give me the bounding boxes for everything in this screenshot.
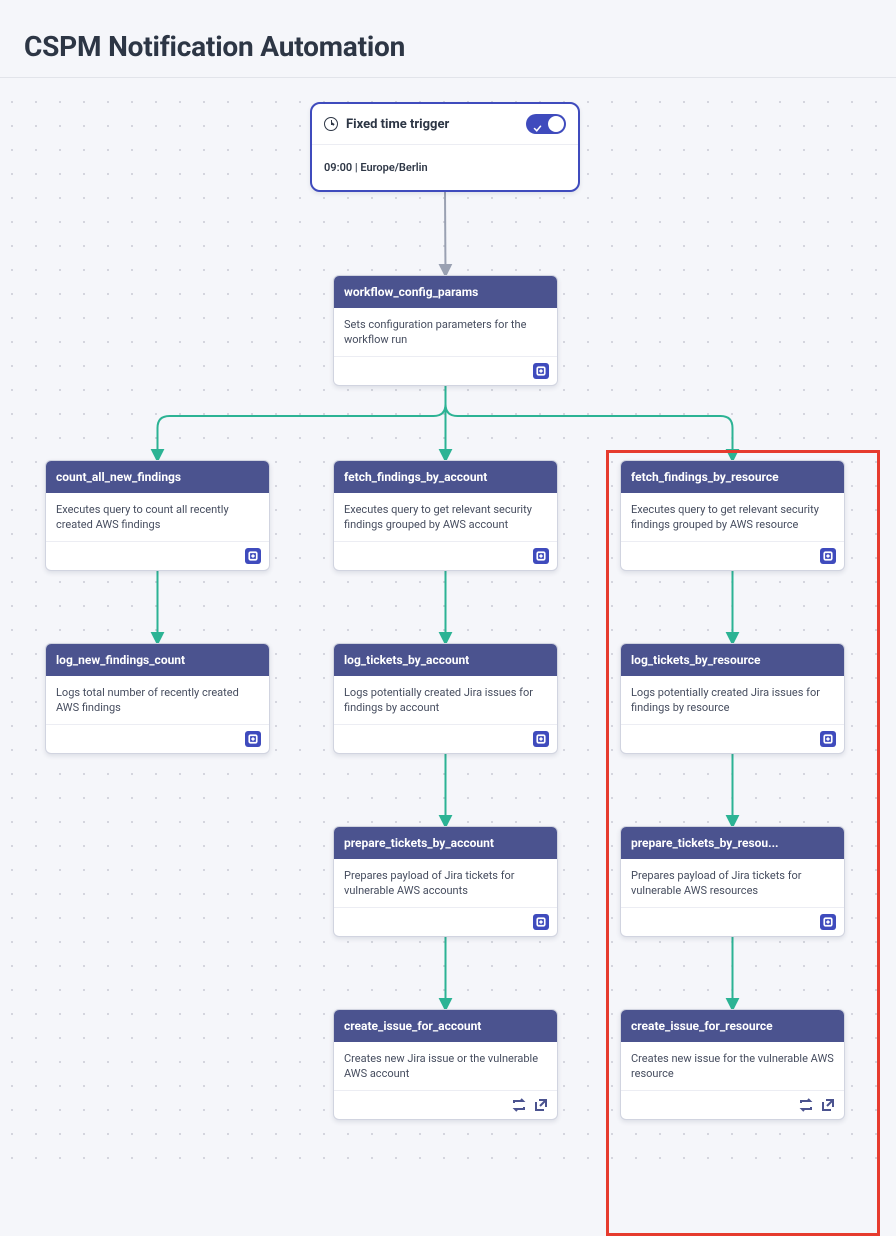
config-icon (533, 914, 549, 930)
step-title: create_issue_for_account (334, 1010, 557, 1042)
step-footer (46, 542, 269, 570)
step-title: fetch_findings_by_account (334, 461, 557, 493)
step-footer (621, 908, 844, 936)
step-description: Creates new Jira issue or the vulnerable… (334, 1042, 557, 1091)
step-description: Logs potentially created Jira issues for… (334, 676, 557, 725)
loop-icon (798, 1097, 814, 1113)
step-title: prepare_tickets_by_resou... (621, 827, 844, 859)
step-create_issue_for_resource[interactable]: create_issue_for_resourceCreates new iss… (620, 1009, 845, 1120)
config-icon (533, 363, 549, 379)
check-icon (533, 118, 542, 127)
step-fetch_findings_by_account[interactable]: fetch_findings_by_accountExecutes query … (333, 460, 558, 571)
config-icon (245, 548, 261, 564)
step-footer (334, 1091, 557, 1119)
step-prepare_tickets_by_resource[interactable]: prepare_tickets_by_resou...Prepares payl… (620, 826, 845, 937)
config-icon (245, 731, 261, 747)
trigger-node[interactable]: Fixed time trigger 09:00 | Europe/Berlin (310, 102, 580, 192)
step-footer (621, 1091, 844, 1119)
step-footer (621, 542, 844, 570)
config-icon (533, 731, 549, 747)
step-footer (621, 725, 844, 753)
step-footer (334, 725, 557, 753)
step-footer (334, 542, 557, 570)
step-description: Sets configuration parameters for the wo… (334, 308, 557, 357)
page-title: CSPM Notification Automation (24, 30, 872, 63)
step-description: Executes query to get relevant security … (334, 493, 557, 542)
step-fetch_findings_by_resource[interactable]: fetch_findings_by_resourceExecutes query… (620, 460, 845, 571)
step-title: create_issue_for_resource (621, 1010, 844, 1042)
step-prepare_tickets_by_account[interactable]: prepare_tickets_by_accountPrepares paylo… (333, 826, 558, 937)
step-log_new_findings_count[interactable]: log_new_findings_countLogs total number … (45, 643, 270, 754)
open-icon (533, 1097, 549, 1113)
open-icon (820, 1097, 836, 1113)
step-workflow_config_params[interactable]: workflow_config_paramsSets configuration… (333, 275, 558, 386)
step-description: Prepares payload of Jira tickets for vul… (334, 859, 557, 908)
step-title: workflow_config_params (334, 276, 557, 308)
step-title: count_all_new_findings (46, 461, 269, 493)
step-description: Creates new issue for the vulnerable AWS… (621, 1042, 844, 1091)
step-footer (334, 357, 557, 385)
trigger-header: Fixed time trigger (312, 104, 578, 145)
step-description: Executes query to get relevant security … (621, 493, 844, 542)
page-header: CSPM Notification Automation (0, 0, 896, 78)
step-description: Logs potentially created Jira issues for… (621, 676, 844, 725)
step-title: prepare_tickets_by_account (334, 827, 557, 859)
trigger-enabled-toggle[interactable] (526, 114, 566, 134)
trigger-schedule: 09:00 | Europe/Berlin (312, 145, 578, 190)
step-footer (334, 908, 557, 936)
step-title: fetch_findings_by_resource (621, 461, 844, 493)
trigger-label: Fixed time trigger (346, 117, 449, 132)
step-count_all_new_findings[interactable]: count_all_new_findingsExecutes query to … (45, 460, 270, 571)
step-description: Executes query to count all recently cre… (46, 493, 269, 542)
step-footer (46, 725, 269, 753)
step-title: log_new_findings_count (46, 644, 269, 676)
config-icon (820, 914, 836, 930)
step-title: log_tickets_by_resource (621, 644, 844, 676)
step-description: Logs total number of recently created AW… (46, 676, 269, 725)
step-log_tickets_by_account[interactable]: log_tickets_by_accountLogs potentially c… (333, 643, 558, 754)
config-icon (820, 731, 836, 747)
step-create_issue_for_account[interactable]: create_issue_for_accountCreates new Jira… (333, 1009, 558, 1120)
config-icon (533, 548, 549, 564)
toggle-knob (548, 116, 564, 132)
loop-icon (511, 1097, 527, 1113)
step-log_tickets_by_resource[interactable]: log_tickets_by_resourceLogs potentially … (620, 643, 845, 754)
step-title: log_tickets_by_account (334, 644, 557, 676)
config-icon (820, 548, 836, 564)
clock-icon (324, 117, 338, 131)
step-description: Prepares payload of Jira tickets for vul… (621, 859, 844, 908)
workflow-canvas[interactable]: Fixed time trigger 09:00 | Europe/Berlin… (0, 90, 896, 1181)
